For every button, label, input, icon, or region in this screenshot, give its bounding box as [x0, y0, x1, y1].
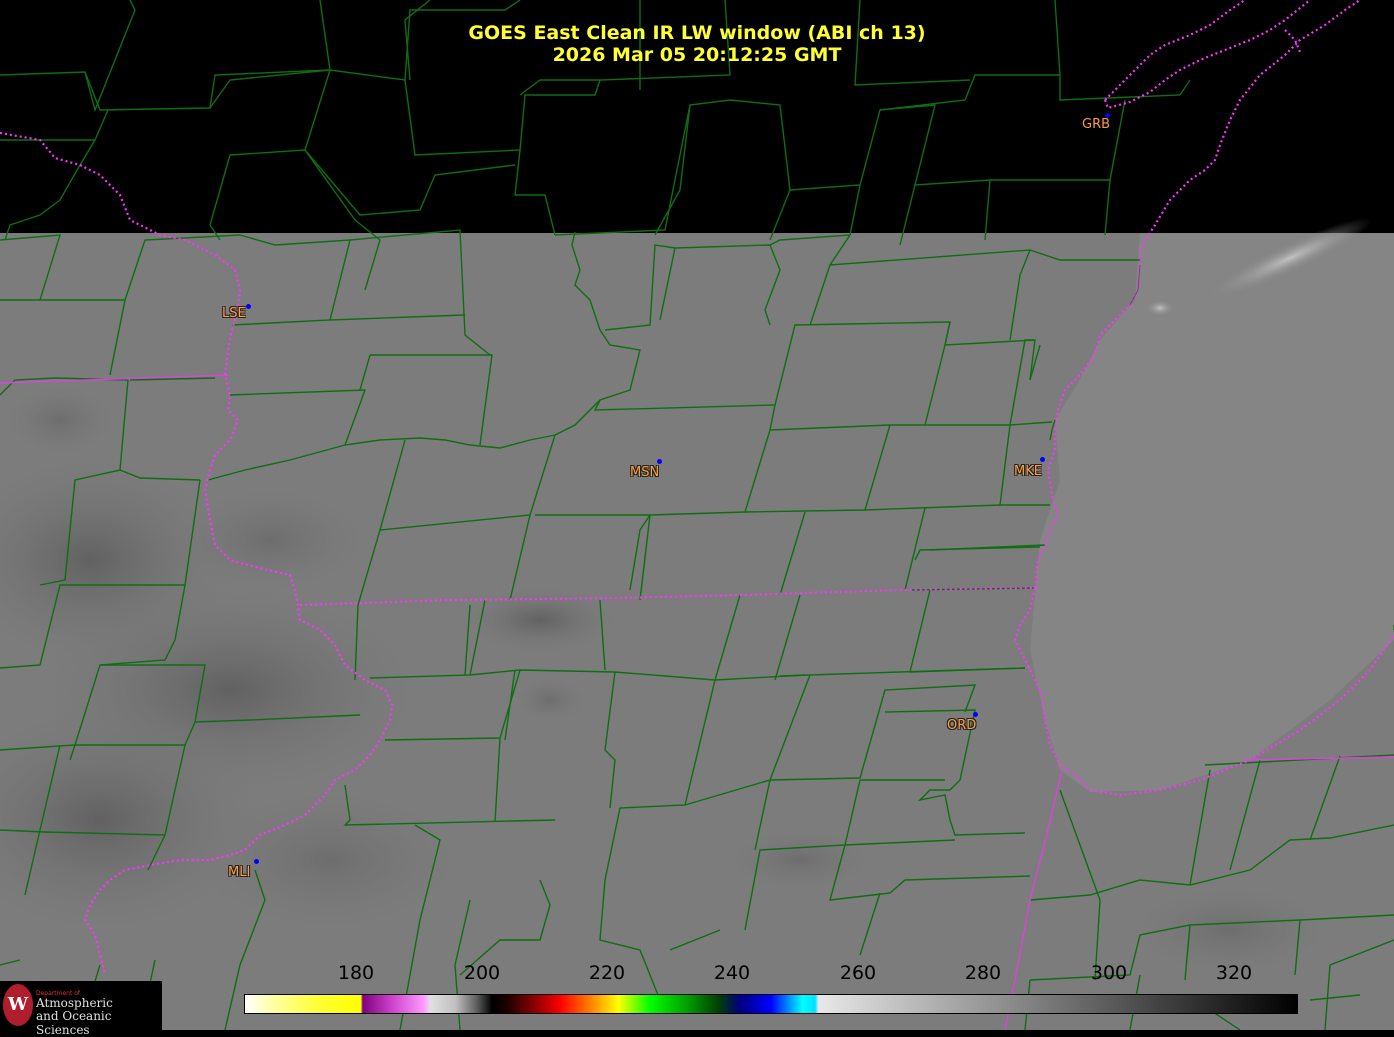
station-dot-lse [246, 304, 251, 309]
logo-line1: Atmospheric [36, 996, 113, 1010]
map-timestamp: 2026 Mar 05 20:12:25 GMT [552, 44, 842, 66]
station-label-lse: LSE [222, 306, 246, 321]
colorbar-tick: 240 [713, 962, 751, 984]
station-dot-ord [973, 712, 978, 717]
station-label-mli: MLI [228, 865, 251, 880]
station-label-grb: GRB [1082, 117, 1111, 132]
station-dot-mli [254, 859, 259, 864]
colorbar-tick: 300 [1090, 962, 1128, 984]
logo-line2: and Oceanic Sciences [36, 1009, 112, 1037]
station-dot-msn [657, 459, 662, 464]
map-title: GOES East Clean IR LW window (ABI ch 13) [468, 22, 926, 44]
colorbar-tick: 180 [337, 962, 375, 984]
colorbar-tick: 200 [463, 962, 501, 984]
colorbar-tick: 320 [1215, 962, 1253, 984]
station-label-msn: MSN [630, 465, 660, 480]
station-label-ord: ORD [947, 718, 977, 733]
colorbar-tick: 220 [588, 962, 626, 984]
station-label-mke: MKE [1014, 464, 1042, 479]
ir-satellite-map [0, 0, 1394, 1030]
colorbar-tick: 260 [839, 962, 877, 984]
colorbar-tick: 280 [964, 962, 1002, 984]
station-dot-mke [1040, 457, 1045, 462]
aos-logo: W Department of Atmospheric and Oceanic … [0, 981, 162, 1037]
temperature-colorbar [244, 994, 1298, 1014]
uw-seal-icon: W [3, 984, 33, 1026]
